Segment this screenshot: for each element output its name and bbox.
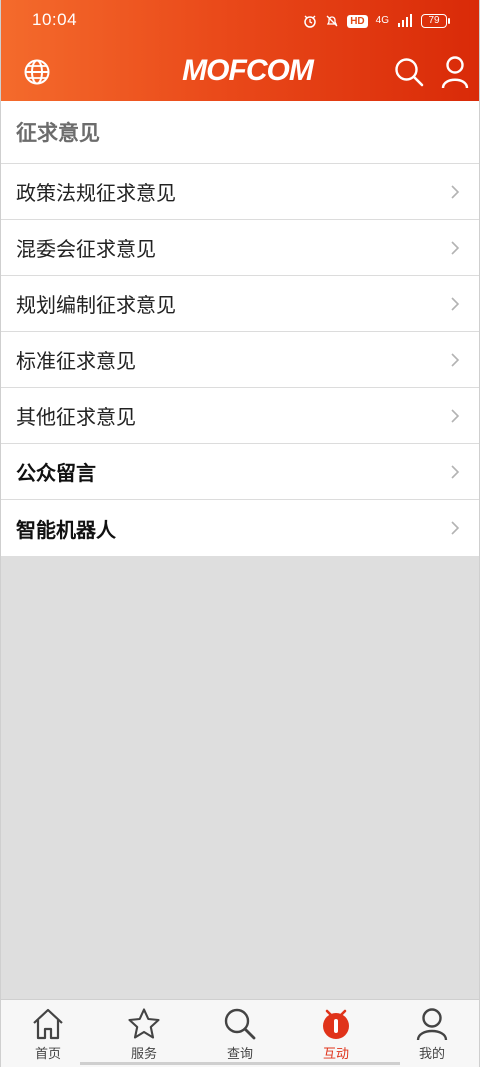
mofcom-logo: MOFCOM [182,54,314,87]
search-icon [224,1008,256,1040]
search-icon[interactable] [393,56,425,88]
list-item-other[interactable]: 其他征求意见 [0,388,480,444]
list-item-planning[interactable]: 规划编制征求意见 [0,276,480,332]
chevron-right-icon [451,408,460,423]
battery-level: 79 [421,14,447,28]
hd-badge: HD [347,14,368,28]
tab-interact[interactable]: 互动 [288,1000,384,1067]
interact-icon [323,1009,349,1039]
chevron-right-icon [451,296,460,311]
star-icon [128,1008,160,1039]
status-icons: HD 4G 79 [303,11,450,31]
tab-label: 服务 [130,1047,157,1062]
battery-icon: 79 [421,14,450,28]
feedback-list: 征求意见 政策法规征求意见 混委会征求意见 规划编制征求意见 标准征求意见 其他… [0,101,480,556]
top-navbar: MOFCOM [0,40,480,101]
list-item-robot[interactable]: 智能机器人 [0,500,480,556]
chevron-right-icon [451,352,460,367]
tab-label: 首页 [34,1047,61,1062]
alarm-icon [304,15,316,28]
chevron-right-icon [451,464,460,479]
home-icon [33,1008,63,1040]
user-icon[interactable] [440,55,470,89]
tab-label: 我的 [418,1047,445,1062]
list-item-standards[interactable]: 标准征求意见 [0,332,480,388]
tab-service[interactable]: 服务 [96,1000,192,1067]
list-item-label: 标准征求意见 [16,349,136,373]
bottom-nav: 首页 服务 查询 互动 我的 [0,999,480,1067]
list-item-label: 智能机器人 [16,517,116,542]
section-title: 征求意见 [0,101,480,164]
tab-label: 互动 [322,1047,349,1062]
app-header: 10:04 HD 4G 79 MOFCOM [0,0,480,101]
list-item-policy[interactable]: 政策法规征求意见 [0,164,480,220]
tab-label: 查询 [226,1047,253,1062]
tab-home[interactable]: 首页 [0,1000,96,1067]
chevron-right-icon [451,240,460,255]
list-item-public-message[interactable]: 公众留言 [0,444,480,500]
list-item-label: 政策法规征求意见 [16,181,176,205]
person-icon [416,1008,448,1041]
tab-mine[interactable]: 我的 [384,1000,480,1067]
status-time: 10:04 [32,10,78,29]
chevron-right-icon [451,521,460,535]
mute-bell-icon [326,15,338,27]
signal-icon [398,14,412,27]
globe-icon[interactable] [23,58,51,86]
list-item-committee[interactable]: 混委会征求意见 [0,220,480,276]
tab-query[interactable]: 查询 [192,1000,288,1067]
list-item-label: 规划编制征求意见 [16,293,176,317]
list-item-label: 其他征求意见 [16,405,136,429]
status-bar: 10:04 HD 4G 79 [0,0,480,40]
chevron-right-icon [451,184,460,199]
home-indicator [80,1062,400,1065]
network-type: 4G [375,15,389,26]
list-item-label: 公众留言 [16,461,96,485]
list-item-label: 混委会征求意见 [16,237,156,261]
